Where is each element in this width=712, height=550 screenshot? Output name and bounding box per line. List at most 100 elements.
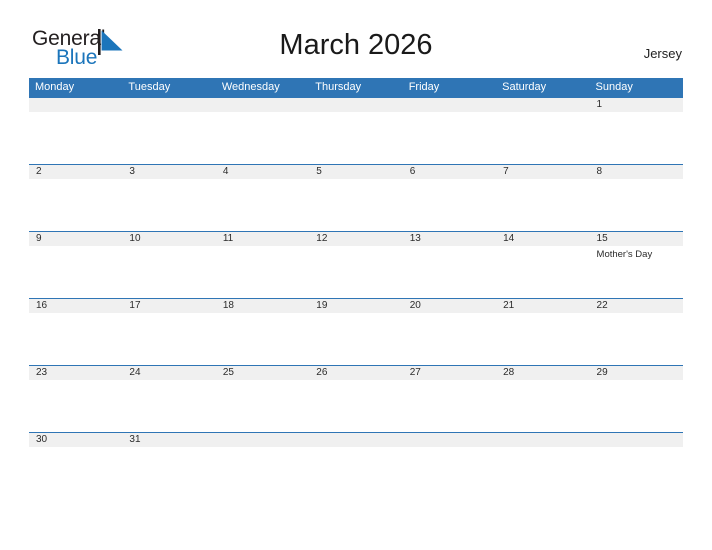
day-cell[interactable]: 1 bbox=[590, 98, 683, 112]
day-cell[interactable]: 21 bbox=[496, 299, 589, 313]
day-cell[interactable]: 4 bbox=[216, 165, 309, 179]
day-cell[interactable] bbox=[590, 433, 683, 447]
day-number: 18 bbox=[222, 300, 234, 311]
day-cell[interactable]: 6 bbox=[403, 165, 496, 179]
day-number: 20 bbox=[409, 300, 421, 311]
day-cell[interactable] bbox=[403, 433, 496, 447]
day-event-cell[interactable] bbox=[216, 380, 309, 433]
day-event-cell[interactable] bbox=[29, 313, 122, 366]
day-number: 24 bbox=[129, 367, 141, 378]
day-event-cell[interactable] bbox=[216, 313, 309, 366]
day-event-cell[interactable] bbox=[496, 380, 589, 433]
day-event-cell[interactable] bbox=[590, 380, 683, 433]
day-event-cell[interactable] bbox=[122, 313, 215, 366]
day-event-cell[interactable] bbox=[122, 380, 215, 433]
day-event-cell[interactable] bbox=[216, 246, 309, 299]
day-event-cell[interactable] bbox=[29, 112, 122, 165]
week-row: 16 17 18 19 20 21 22 bbox=[29, 298, 683, 366]
day-event-cell[interactable] bbox=[403, 380, 496, 433]
day-event-cell[interactable] bbox=[403, 246, 496, 299]
day-cell[interactable]: 11 bbox=[216, 232, 309, 246]
day-cell[interactable]: 14 bbox=[496, 232, 589, 246]
day-event-cell[interactable] bbox=[29, 380, 122, 433]
day-event-cell[interactable] bbox=[122, 447, 215, 500]
day-cell[interactable]: 22 bbox=[590, 299, 683, 313]
day-cell[interactable]: 8 bbox=[590, 165, 683, 179]
day-cell[interactable]: 19 bbox=[309, 299, 402, 313]
day-event-cell[interactable] bbox=[496, 313, 589, 366]
day-event-cell[interactable] bbox=[122, 112, 215, 165]
day-cell[interactable] bbox=[216, 433, 309, 447]
day-cell[interactable]: 7 bbox=[496, 165, 589, 179]
day-cell[interactable]: 13 bbox=[403, 232, 496, 246]
day-cell[interactable] bbox=[403, 98, 496, 112]
day-cell[interactable]: 2 bbox=[29, 165, 122, 179]
day-cell[interactable]: 25 bbox=[216, 366, 309, 380]
day-cell[interactable] bbox=[309, 98, 402, 112]
day-event-cell[interactable] bbox=[29, 447, 122, 500]
day-cell[interactable] bbox=[216, 98, 309, 112]
day-cell[interactable]: 5 bbox=[309, 165, 402, 179]
day-cell[interactable] bbox=[122, 98, 215, 112]
day-cell[interactable]: 29 bbox=[590, 366, 683, 380]
day-number: 8 bbox=[596, 166, 603, 177]
day-event-cell[interactable] bbox=[122, 246, 215, 299]
day-event-cell[interactable] bbox=[216, 447, 309, 500]
day-event-cell[interactable] bbox=[309, 246, 402, 299]
day-cell[interactable]: 15 bbox=[590, 232, 683, 246]
day-cell[interactable]: 26 bbox=[309, 366, 402, 380]
day-cell[interactable]: 31 bbox=[122, 433, 215, 447]
day-event-cell[interactable] bbox=[590, 447, 683, 500]
day-cell[interactable] bbox=[29, 98, 122, 112]
day-event-cell[interactable] bbox=[496, 112, 589, 165]
day-number: 9 bbox=[36, 233, 42, 244]
day-event-cell[interactable] bbox=[216, 179, 309, 232]
day-cell[interactable]: 9 bbox=[29, 232, 122, 246]
day-event-cell[interactable] bbox=[403, 179, 496, 232]
day-event-cell[interactable] bbox=[590, 313, 683, 366]
day-cell[interactable]: 24 bbox=[122, 366, 215, 380]
week-date-band: 9 10 11 12 13 14 15 bbox=[29, 232, 683, 246]
week-date-band: 2 3 4 5 6 7 8 bbox=[29, 165, 683, 179]
day-event-cell[interactable] bbox=[590, 179, 683, 232]
day-event-cell[interactable] bbox=[403, 447, 496, 500]
day-event-cell[interactable] bbox=[29, 246, 122, 299]
day-cell[interactable]: 18 bbox=[216, 299, 309, 313]
day-event-cell[interactable] bbox=[496, 246, 589, 299]
day-number: 28 bbox=[503, 367, 515, 378]
day-event-cell[interactable] bbox=[496, 447, 589, 500]
day-cell[interactable]: 20 bbox=[403, 299, 496, 313]
day-event-cell[interactable] bbox=[216, 112, 309, 165]
day-event-cell[interactable] bbox=[309, 313, 402, 366]
day-cell[interactable]: 28 bbox=[496, 366, 589, 380]
day-cell[interactable]: 17 bbox=[122, 299, 215, 313]
day-event-cell[interactable] bbox=[403, 313, 496, 366]
day-number: 22 bbox=[596, 300, 608, 311]
day-event-cell[interactable] bbox=[403, 112, 496, 165]
day-cell[interactable]: 3 bbox=[122, 165, 215, 179]
day-event-cell[interactable] bbox=[309, 447, 402, 500]
day-event-cell[interactable] bbox=[590, 112, 683, 165]
day-event-cell-mothers-day[interactable]: Mother's Day bbox=[590, 246, 683, 299]
day-number: 6 bbox=[409, 166, 416, 177]
weekday-header-row: Monday Tuesday Wednesday Thursday Friday… bbox=[29, 78, 683, 97]
week-event-area: Mother's Day bbox=[29, 246, 683, 299]
weekday-header-saturday: Saturday bbox=[502, 81, 547, 93]
day-cell[interactable] bbox=[496, 433, 589, 447]
day-event-cell[interactable] bbox=[496, 179, 589, 232]
day-event-cell[interactable] bbox=[29, 179, 122, 232]
day-number: 30 bbox=[36, 434, 48, 445]
day-cell[interactable]: 10 bbox=[122, 232, 215, 246]
day-cell[interactable] bbox=[496, 98, 589, 112]
day-cell[interactable] bbox=[309, 433, 402, 447]
week-date-band: 1 bbox=[29, 98, 683, 112]
day-event-cell[interactable] bbox=[122, 179, 215, 232]
day-cell[interactable]: 30 bbox=[29, 433, 122, 447]
day-cell[interactable]: 27 bbox=[403, 366, 496, 380]
day-event-cell[interactable] bbox=[309, 112, 402, 165]
day-cell[interactable]: 23 bbox=[29, 366, 122, 380]
day-event-cell[interactable] bbox=[309, 179, 402, 232]
day-event-cell[interactable] bbox=[309, 380, 402, 433]
day-cell[interactable]: 12 bbox=[309, 232, 402, 246]
day-cell[interactable]: 16 bbox=[29, 299, 122, 313]
